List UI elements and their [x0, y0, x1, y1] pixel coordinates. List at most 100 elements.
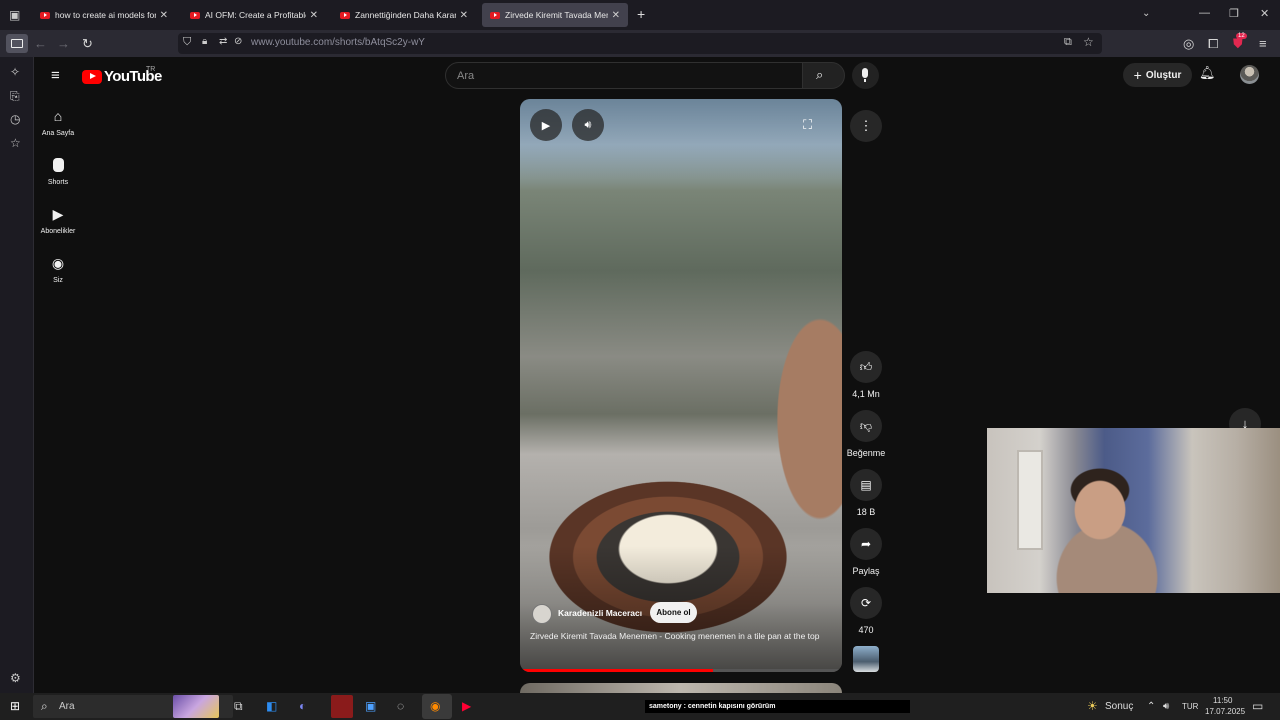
app-window-icon[interactable]: ▣ — [365, 698, 376, 715]
new-tab-button[interactable]: + — [637, 6, 645, 22]
youtube-page: ≡ YouTube TR Ara ⌕ + Oluştur 🔔︎ ⌂ Ana Sa… — [34, 57, 1280, 693]
notification-center-icon[interactable]: ▭ — [1252, 698, 1263, 715]
search-button[interactable]: ⌕ — [802, 62, 845, 89]
youtube-favicon-icon — [40, 11, 50, 19]
video-title[interactable]: Zirvede Kiremit Tavada Menemen - Cooking… — [530, 630, 835, 643]
close-tab-icon[interactable]: ✕ — [460, 10, 468, 21]
extensions-icon[interactable]: ⧠ — [1208, 35, 1218, 52]
list-all-tabs-icon[interactable]: ⌄ — [1142, 8, 1150, 19]
create-label: Oluştur — [1145, 69, 1182, 81]
browser-tab-strip: ▣ how to create ai models for onl ✕ AI O… — [0, 0, 1280, 30]
clock-date[interactable]: 17.07.2025 — [1205, 707, 1245, 716]
volume-icon[interactable]: 🔊︎ — [1163, 698, 1169, 715]
comments-button[interactable]: ▤ 18 B — [850, 469, 882, 517]
task-view-icon[interactable]: ⧉ — [234, 698, 243, 715]
sound-thumbnail[interactable] — [853, 646, 879, 672]
volume-icon: 🔊︎ — [584, 118, 592, 131]
share-icon: ➦ — [860, 537, 872, 551]
minimize-window-icon[interactable]: — — [1199, 7, 1210, 19]
like-button[interactable]: 👍︎ 4,1 Mn — [850, 351, 882, 399]
chat-message: sametony : cennetin kapısını görürüm — [649, 703, 776, 710]
dislike-button[interactable]: 👎︎ Beğenme — [847, 410, 885, 458]
youtube-app-icon[interactable]: ▶ — [462, 698, 471, 715]
browser-tab[interactable]: how to create ai models for onl ✕ — [32, 3, 176, 27]
thumbs-up-icon: 👍︎ — [859, 359, 873, 374]
customize-sidebar-icon[interactable]: ⚙ — [10, 671, 21, 685]
weather-label[interactable]: Sonuç — [1105, 701, 1133, 712]
channel-name[interactable]: Karadenizli Maceracı — [558, 608, 642, 618]
app-circle-icon[interactable]: ◌ — [397, 698, 404, 715]
windows-start-icon[interactable]: ⊞ — [10, 698, 20, 715]
comment-count: 18 B — [856, 507, 876, 517]
browser-tab-active[interactable]: Zirvede Kiremit Tavada Menem ✕ — [482, 3, 628, 27]
sidebar-item-home[interactable]: ⌂ Ana Sayfa — [34, 107, 82, 137]
subscribe-button[interactable]: Abone ol — [650, 602, 697, 623]
picture-in-picture-icon[interactable]: ⧉ — [1064, 36, 1072, 49]
ai-chatbot-icon[interactable]: ✧ — [10, 65, 20, 79]
windows-taskbar: ⊞ ⌕ Ara ⧉ ◧ ◐ ▣ ◌ ◉ ▶ sametony : cenneti… — [0, 693, 1280, 720]
close-window-icon[interactable]: ✕ — [1260, 7, 1269, 20]
play-button[interactable]: ▶ — [530, 109, 562, 141]
like-count: 4,1 Mn — [852, 389, 880, 399]
sidebar-item-subscriptions[interactable]: ▶︎ Abonelikler — [34, 205, 82, 235]
more-options-button[interactable]: ⋮ — [850, 110, 882, 142]
close-tab-icon[interactable]: ✕ — [310, 10, 318, 21]
address-bar[interactable]: ⛉ 🔒︎ ⇄ ⊘ www.youtube.com/shorts/bAtqSc2y… — [178, 33, 1102, 54]
sidebar-item-you[interactable]: ◉ Siz — [34, 254, 82, 284]
restore-window-icon[interactable]: ❐ — [1229, 7, 1239, 20]
volume-button[interactable]: 🔊︎ — [572, 109, 604, 141]
language-indicator[interactable]: TUR — [1182, 702, 1198, 711]
weather-icon[interactable]: ☀ — [1087, 698, 1098, 715]
create-button[interactable]: + Oluştur — [1123, 63, 1192, 87]
close-tab-icon[interactable]: ✕ — [612, 10, 620, 21]
microphone-icon — [862, 68, 868, 78]
permissions-icon[interactable]: ⇄ — [219, 36, 227, 47]
youtube-favicon-icon — [340, 11, 350, 19]
search-icon: ⌕ — [41, 699, 48, 713]
browser-tab[interactable]: AI OFM: Create a Profitable AI I ✕ — [182, 3, 326, 27]
channel-avatar[interactable] — [532, 604, 552, 624]
fullscreen-icon[interactable]: ⛶ — [803, 117, 812, 133]
synced-tabs-icon[interactable]: ⎘ — [10, 89, 20, 104]
menu-icon[interactable]: ≡ — [1259, 35, 1267, 52]
tab-title: Zirvede Kiremit Tavada Menem — [505, 10, 608, 20]
clock-time[interactable]: 11:50 — [1213, 696, 1232, 705]
discord-icon[interactable]: ◐ — [299, 698, 306, 715]
autoplay-blocked-icon[interactable]: ⊘ — [234, 36, 242, 47]
voice-search-button[interactable] — [852, 62, 879, 89]
notifications-bell-icon[interactable]: 🔔︎ — [1199, 65, 1216, 81]
shorts-video-player[interactable]: ▶ 🔊︎ ⛶ Karadenizli Maceracı Abone ol Zir… — [520, 99, 842, 672]
home-icon: ⌂ — [53, 108, 63, 124]
sidebar-item-shorts[interactable]: Shorts — [34, 156, 82, 186]
browser-tab[interactable]: Zannettiğinden Daha Karanlıks ✕ — [332, 3, 476, 27]
url-text[interactable]: www.youtube.com/shorts/bAtqSc2y-wY — [251, 37, 425, 48]
remix-button[interactable]: ⟳ 470 — [850, 587, 882, 635]
forward-icon[interactable]: → — [57, 35, 70, 52]
close-tab-icon[interactable]: ✕ — [160, 10, 168, 21]
bookmark-star-icon[interactable]: ☆ — [1083, 35, 1094, 49]
account-icon[interactable]: ◎ — [1183, 35, 1194, 52]
history-icon[interactable]: ◷ — [10, 112, 20, 126]
video-progress-bar[interactable] — [520, 669, 842, 672]
tab-overview-icon[interactable]: ▣ — [9, 8, 20, 22]
reload-icon[interactable]: ↻ — [82, 35, 93, 52]
guide-menu-icon[interactable]: ≡ — [51, 67, 60, 84]
search-input[interactable]: Ara — [445, 62, 803, 89]
browser-sidebar: ✧ ⎘ ◷ ☆ ⚙ — [0, 57, 34, 693]
outlook-icon[interactable]: ◧ — [266, 698, 277, 715]
avatar[interactable] — [1240, 65, 1259, 84]
bookmarks-icon[interactable]: ☆ — [10, 136, 21, 150]
taskbar-search-input[interactable]: ⌕ Ara — [33, 695, 233, 718]
back-icon[interactable]: ← — [34, 35, 47, 52]
chevron-up-icon[interactable]: ⌃ — [1147, 698, 1155, 715]
lock-icon[interactable]: 🔒︎ — [202, 36, 207, 47]
youtube-favicon-icon — [490, 11, 500, 19]
shield-icon[interactable]: ⛉ — [183, 36, 191, 49]
firefox-icon: ◉ — [430, 699, 441, 713]
stream-chat-notification: sametony : cennetin kapısını görürüm — [645, 700, 910, 713]
play-icon: ▶ — [541, 119, 551, 132]
opera-icon[interactable] — [331, 695, 353, 718]
share-button[interactable]: ➦ Paylaş — [850, 528, 882, 576]
next-short-preview[interactable] — [520, 683, 842, 693]
youtube-favicon-icon — [190, 11, 200, 19]
